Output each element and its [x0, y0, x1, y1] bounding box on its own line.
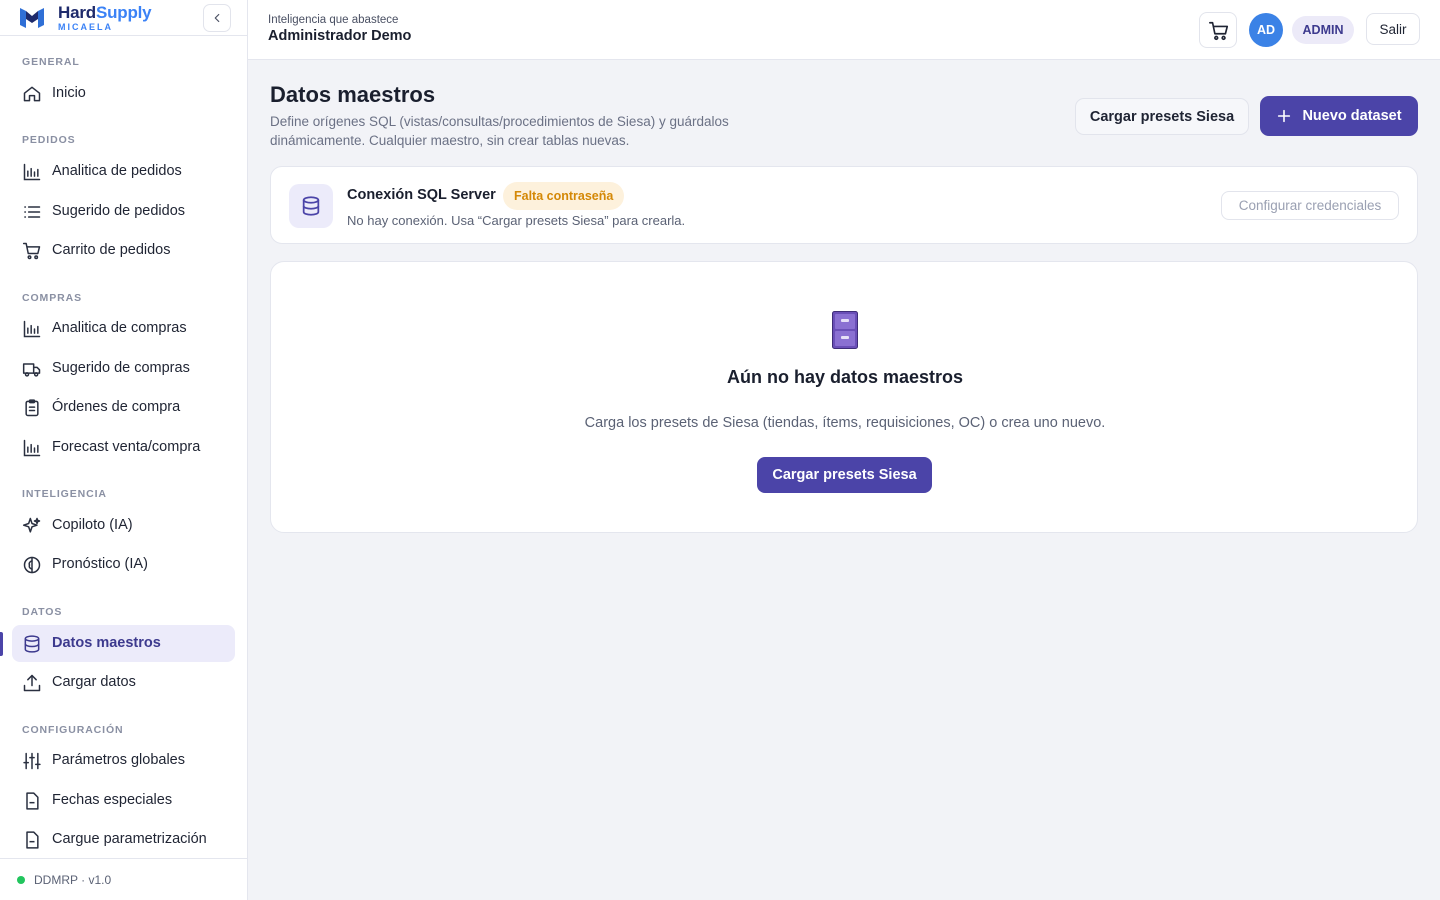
sidebar-item-label: Analitica de pedidos — [52, 163, 182, 179]
empty-load-presets-button[interactable]: Cargar presets Siesa — [757, 457, 932, 493]
new-dataset-button[interactable]: Nuevo dataset — [1260, 96, 1418, 136]
section-configuracion: CONFIGURACIÓN — [22, 724, 124, 736]
section-compras: COMPRAS — [22, 292, 82, 304]
empty-state-title: Aún no hay datos maestros — [726, 367, 964, 387]
version-label: DDMRP · v1.0 — [34, 873, 112, 887]
sidebar-item-label: Copiloto (IA) — [52, 517, 133, 533]
file-cabinet-icon — [832, 311, 858, 349]
sidebar-item-datos-maestros[interactable]: Datos maestros — [12, 625, 235, 662]
empty-state-card: Aún no hay datos maestros Carga los pres… — [270, 261, 1418, 533]
section-general: GENERAL — [22, 56, 80, 68]
connection-title: Conexión SQL Server — [347, 187, 496, 203]
sidebar-item-label: Sugerido de compras — [52, 360, 190, 376]
bar-chart-icon — [23, 163, 41, 181]
missing-password-badge: Falta contraseña — [503, 182, 625, 210]
empty-state-description: Carga los presets de Siesa (tiendas, íte… — [584, 415, 1106, 431]
page-title: Datos maestros — [270, 82, 436, 107]
top-bar: Inteligencia que abastece Administrador … — [248, 0, 1440, 60]
page-description: Define orígenes SQL (vistas/consultas/pr… — [270, 114, 729, 148]
clipboard-icon — [25, 399, 39, 417]
sidebar-item-label: Analitica de compras — [52, 320, 187, 336]
sidebar-item-cargue-parametrizacion[interactable]: Cargue parametrización — [12, 821, 235, 858]
sidebar-item-label: Parámetros globales — [52, 752, 185, 768]
chevron-left-icon — [214, 13, 220, 23]
bar-chart-icon — [23, 320, 41, 338]
sidebar-item-cargar-datos[interactable]: Cargar datos — [12, 664, 235, 701]
sidebar-item-fechas-especiales[interactable]: Fechas especiales — [12, 782, 235, 819]
brand-name: HardSupply — [58, 3, 152, 22]
brand-header: HardSupply MICAELA — [0, 0, 247, 36]
tagline: Inteligencia que abastece — [268, 14, 399, 26]
sidebar-item-ordenes-compra[interactable]: Órdenes de compra — [12, 389, 235, 426]
sql-connection-card: Conexión SQL Server Falta contraseña No … — [270, 166, 1418, 244]
sidebar-item-label: Cargar datos — [52, 674, 136, 690]
plus-icon — [1278, 109, 1291, 123]
connection-description: No hay conexión. Usa “Cargar presets Sie… — [347, 213, 686, 228]
sidebar-item-label: Inicio — [52, 85, 86, 101]
truck-icon — [22, 363, 41, 377]
hardsupply-logo-icon — [20, 8, 44, 28]
cart-button[interactable] — [1199, 12, 1237, 48]
sidebar-item-analitica-compras[interactable]: Analitica de compras — [12, 310, 235, 347]
sidebar-item-label: Carrito de pedidos — [52, 242, 171, 258]
sidebar-item-label: Sugerido de pedidos — [52, 203, 186, 219]
section-pedidos: PEDIDOS — [22, 134, 76, 146]
bar-chart-icon — [23, 439, 41, 457]
sidebar-item-label: Pronóstico (IA) — [52, 556, 148, 572]
new-dataset-label: Nuevo dataset — [1302, 108, 1402, 124]
active-indicator — [0, 632, 3, 656]
status-indicator — [17, 876, 25, 884]
sidebar: HardSupply MICAELA GENERAL Inicio PEDIDO… — [0, 0, 248, 900]
sliders-icon — [23, 752, 41, 770]
file-icon — [26, 792, 39, 810]
section-datos: DATOS — [22, 606, 63, 618]
cart-icon — [1209, 21, 1229, 41]
avatar[interactable]: AD — [1249, 13, 1283, 47]
file-icon — [26, 831, 39, 849]
sidebar-item-label: Cargue parametrización — [52, 831, 207, 847]
home-icon — [23, 86, 41, 102]
brain-icon — [23, 556, 41, 574]
sidebar-item-label: Forecast venta/compra — [52, 439, 201, 455]
sidebar-item-inicio[interactable]: Inicio — [12, 75, 235, 112]
user-name: Administrador Demo — [268, 28, 412, 44]
sidebar-item-parametros-globales[interactable]: Parámetros globales — [12, 742, 235, 779]
sidebar-item-sugerido-pedidos[interactable]: Sugerido de pedidos — [12, 193, 235, 230]
load-presets-button[interactable]: Cargar presets Siesa — [1075, 98, 1249, 135]
logout-button[interactable]: Salir — [1366, 13, 1420, 45]
database-icon — [24, 635, 40, 653]
cart-icon — [22, 242, 41, 260]
role-badge: ADMIN — [1292, 16, 1354, 44]
upload-icon — [23, 674, 41, 692]
sidebar-item-forecast[interactable]: Forecast venta/compra — [12, 429, 235, 466]
database-icon — [302, 196, 320, 216]
sidebar-item-pronostico[interactable]: Pronóstico (IA) — [12, 546, 235, 583]
sidebar-footer: DDMRP · v1.0 — [0, 858, 248, 900]
collapse-sidebar-button[interactable] — [203, 4, 231, 32]
connection-icon-box — [289, 184, 333, 228]
sidebar-item-analitica-pedidos[interactable]: Analitica de pedidos — [12, 153, 235, 190]
configure-credentials-button[interactable]: Configurar credenciales — [1221, 191, 1399, 220]
section-inteligencia: INTELIGENCIA — [22, 488, 107, 500]
sparkles-icon — [22, 517, 41, 533]
sidebar-item-label: Fechas especiales — [52, 792, 173, 808]
brand-subtitle: MICAELA — [58, 22, 113, 32]
list-icon — [24, 206, 41, 218]
sidebar-item-copiloto[interactable]: Copiloto (IA) — [12, 507, 235, 544]
sidebar-item-carrito-pedidos[interactable]: Carrito de pedidos — [12, 232, 235, 269]
sidebar-item-label: Órdenes de compra — [52, 399, 181, 415]
sidebar-item-sugerido-compras[interactable]: Sugerido de compras — [12, 350, 235, 387]
sidebar-item-label: Datos maestros — [52, 635, 161, 651]
